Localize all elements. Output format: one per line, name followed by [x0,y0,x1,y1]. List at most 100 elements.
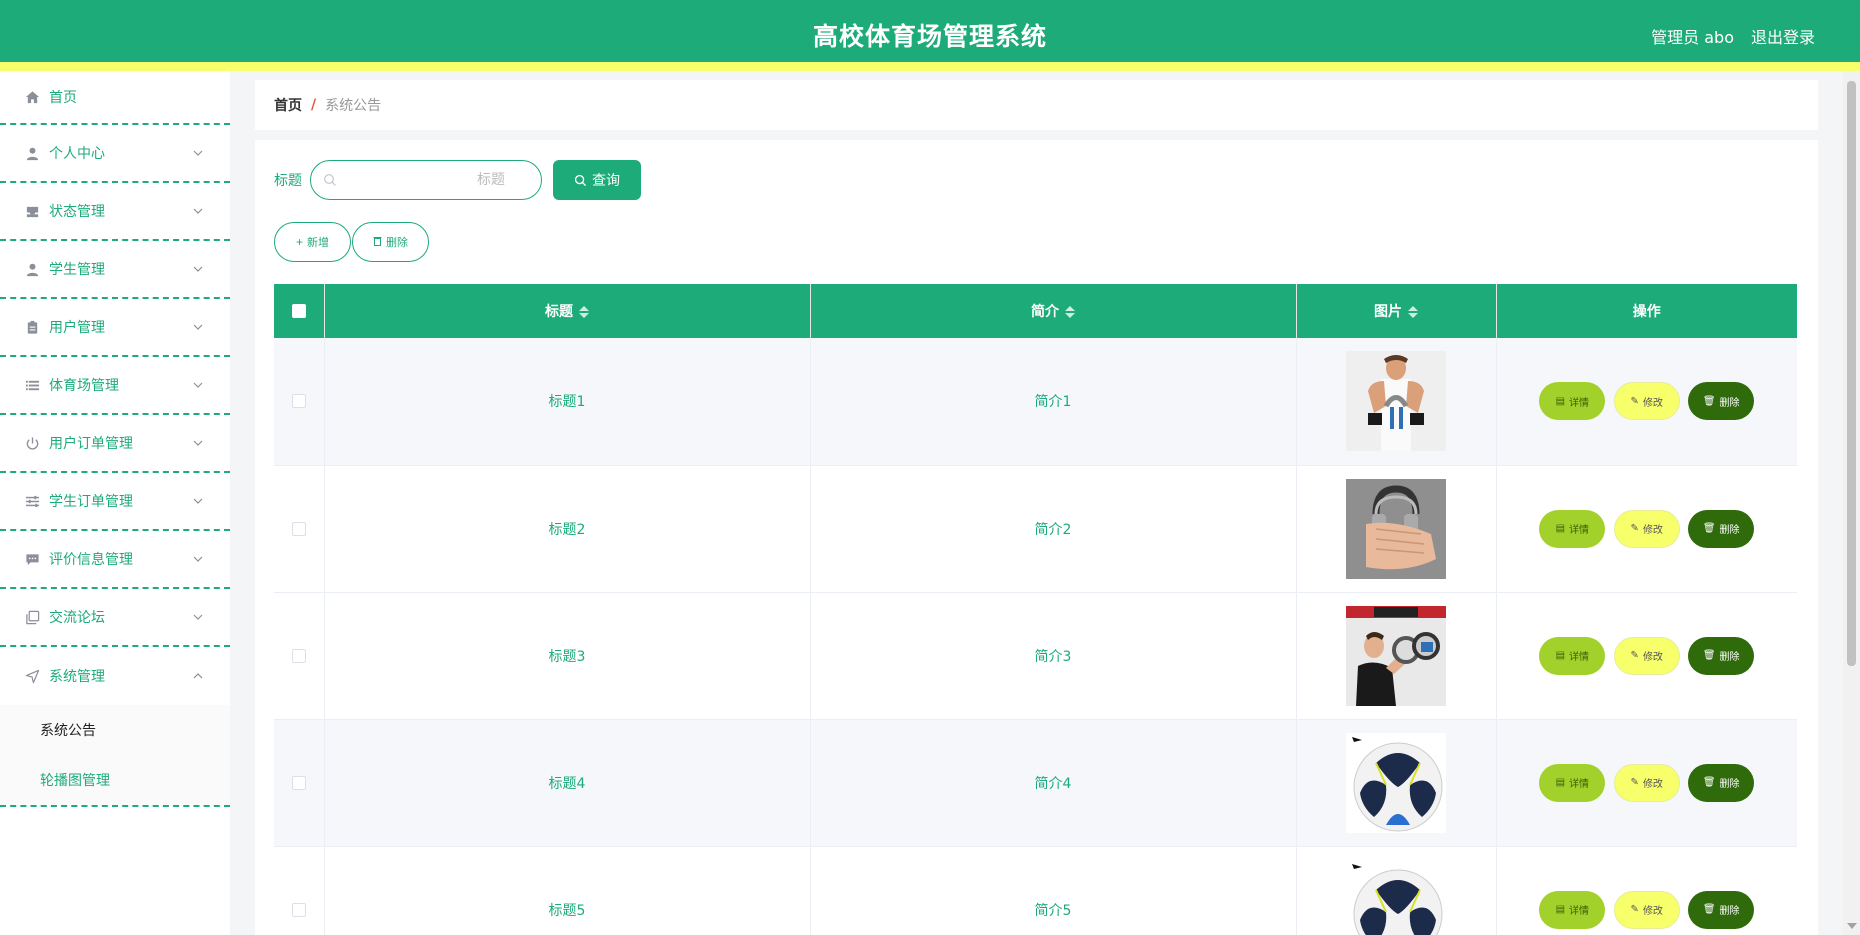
announcement-table: 标题 简介 图片 操作 标题1 简介1 ▤ 详情 ✎ 修改 🗑 删除 标题2 简… [274,284,1797,935]
table-row: 标题2 简介2 ▤ 详情 ✎ 修改 🗑 删除 [274,465,1797,593]
edit-button[interactable]: ✎ 修改 [1613,382,1680,421]
chevron-down-icon [193,556,203,562]
delete-button[interactable]: 🗑 删除 [1688,636,1755,675]
edit-button[interactable]: ✎ 修改 [1613,890,1680,929]
row-checkbox[interactable] [291,902,306,917]
sidebar-item-label: 首页 [49,90,77,106]
chevron-down-icon [193,150,203,156]
sidebar: 首页 个人中心 状态管理 学生管理 用户管理 体育场管理 用户订单管理 学生订单… [0,71,230,935]
edit-button[interactable]: ✎ 修改 [1613,763,1680,802]
soccer-ball-image[interactable] [1346,732,1446,833]
document-icon: ▤ [1555,904,1566,915]
delete-button[interactable]: 🗑 删除 [1688,763,1755,802]
table-row: 标题1 简介1 ▤ 详情 ✎ 修改 🗑 删除 [274,338,1797,466]
row-checkbox[interactable] [291,775,306,790]
delete-button-label: 删除 [1719,652,1740,663]
image-cell [1296,592,1497,720]
search-input[interactable] [343,167,513,193]
pencil-icon: ✎ [1630,777,1639,788]
detail-button[interactable]: ▤ 详情 [1539,382,1606,421]
scroll-down-arrow-icon[interactable] [1847,923,1857,929]
sliders-icon [24,493,40,509]
edit-button[interactable]: ✎ 修改 [1613,636,1680,675]
man-with-arm-exerciser-image[interactable] [1346,605,1446,706]
submenu-item-carousel[interactable]: 轮播图管理 [0,755,230,805]
sidebar-item-users[interactable]: 用户管理 [0,299,230,357]
sidebar-item-user-orders[interactable]: 用户订单管理 [0,415,230,473]
intro-cell: 简介1 [810,338,1297,466]
row-checkbox[interactable] [291,648,306,663]
column-header-label: 简介 [1031,304,1059,320]
sidebar-item-label: 系统管理 [49,669,105,685]
logout-link[interactable]: 退出登录 [1751,24,1815,48]
tray-icon [24,203,40,219]
column-header-label: 操作 [1632,304,1661,320]
image-cell [1296,465,1497,593]
edit-button-label: 修改 [1642,397,1663,409]
sidebar-item-students[interactable]: 学生管理 [0,241,230,299]
sidebar-item-forum[interactable]: 交流论坛 [0,589,230,647]
select-all-cell [274,284,325,338]
add-button[interactable]: + 新增 [274,222,351,262]
delete-button-label: 删除 [1719,779,1740,790]
title-cell: 标题3 [324,592,811,720]
sidebar-item-label: 体育场管理 [49,378,119,394]
edit-button[interactable]: ✎ 修改 [1613,509,1680,548]
list-icon [24,377,40,393]
search-icon [574,174,587,186]
chevron-down-icon [193,440,203,446]
trash-icon: 🗑 [1702,395,1716,407]
detail-button-label: 详情 [1569,779,1590,790]
trash-icon: 🗑 [1702,904,1716,915]
sidebar-item-student-orders[interactable]: 学生订单管理 [0,473,230,531]
chevron-down-icon [193,382,203,388]
sidebar-item-label: 状态管理 [49,204,105,220]
search-label: 标题 [274,173,302,189]
sidebar-item-label: 学生管理 [49,262,105,278]
detail-button[interactable]: ▤ 详情 [1539,763,1606,802]
sidebar-item-system[interactable]: 系统管理 [0,647,230,705]
soccer-ball-image[interactable] [1346,859,1446,935]
sidebar-item-label: 用户管理 [49,320,105,336]
breadcrumb: 首页 / 系统公告 [255,80,1818,130]
actions-cell: ▤ 详情 ✎ 修改 🗑 删除 [1496,592,1797,720]
intro-cell: 简介2 [810,465,1297,593]
detail-button[interactable]: ▤ 详情 [1539,636,1606,675]
sort-icon[interactable] [579,306,589,318]
row-checkbox[interactable] [291,394,306,409]
document-icon: ▤ [1555,395,1566,407]
detail-button[interactable]: ▤ 详情 [1539,890,1606,929]
delete-button[interactable]: 🗑 删除 [1688,509,1755,548]
page-scrollbar[interactable] [1843,71,1860,935]
pencil-icon: ✎ [1630,904,1639,915]
edit-button-label: 修改 [1642,525,1663,536]
hand-gripper-image[interactable] [1346,478,1446,579]
column-header-title[interactable]: 标题 [324,284,811,338]
row-checkbox[interactable] [291,521,306,536]
image-cell [1296,719,1497,847]
column-header-intro[interactable]: 简介 [810,284,1297,338]
man-with-hand-gripper-image[interactable] [1346,351,1446,452]
search-field[interactable] [310,160,542,200]
scrollbar-thumb[interactable] [1847,81,1856,666]
delete-button[interactable]: 🗑 删除 [1688,382,1755,421]
sidebar-item-stadiums[interactable]: 体育场管理 [0,357,230,415]
sidebar-item-personal-center[interactable]: 个人中心 [0,125,230,183]
query-button[interactable]: 查询 [553,160,641,200]
delete-button[interactable]: 🗑 删除 [1688,890,1755,929]
sidebar-item-reviews[interactable]: 评价信息管理 [0,531,230,589]
sort-icon[interactable] [1408,306,1418,318]
document-icon: ▤ [1555,777,1566,788]
title-cell: 标题2 [324,465,811,593]
delete-button-label: 删除 [1719,397,1740,409]
sidebar-item-home[interactable]: 首页 [0,71,230,125]
sort-icon[interactable] [1065,306,1075,318]
bulk-delete-button[interactable]: 删除 [352,222,429,262]
sidebar-item-status[interactable]: 状态管理 [0,183,230,241]
detail-button[interactable]: ▤ 详情 [1539,509,1606,548]
select-all-checkbox[interactable] [291,304,306,318]
submenu-item-announcements[interactable]: 系统公告 [0,705,230,755]
column-header-image[interactable]: 图片 [1296,284,1497,338]
actions-cell: ▤ 详情 ✎ 修改 🗑 删除 [1496,846,1797,935]
breadcrumb-home[interactable]: 首页 [274,95,302,115]
